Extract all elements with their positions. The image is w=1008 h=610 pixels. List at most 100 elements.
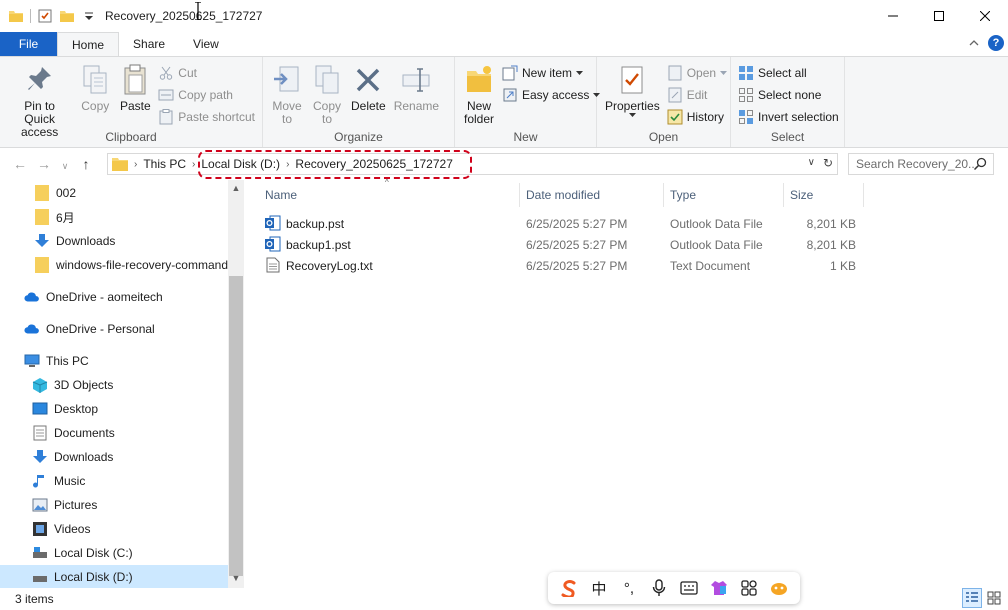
address-dropdown-icon[interactable]: ∨	[808, 157, 815, 168]
onedrive-icon	[24, 292, 39, 302]
downloads-icon	[33, 450, 47, 463]
nav-item-desktop[interactable]: Desktop	[0, 397, 228, 421]
file-date-modified: 6/25/2025 5:27 PM	[526, 238, 628, 252]
qat-divider	[30, 9, 31, 23]
maximize-button[interactable]	[916, 0, 962, 32]
column-header-name[interactable]: Name	[265, 183, 297, 207]
paste-shortcut-button[interactable]: Paste shortcut	[155, 107, 258, 127]
collapse-ribbon-icon[interactable]	[968, 37, 980, 49]
minimize-button[interactable]	[870, 0, 916, 32]
table-row[interactable]: backup.pst 6/25/2025 5:27 PM Outlook Dat…	[262, 213, 862, 234]
column-divider[interactable]	[783, 183, 784, 207]
history-button[interactable]: History	[664, 107, 730, 127]
forward-button[interactable]: →	[32, 156, 56, 172]
up-button[interactable]: ↑	[74, 156, 98, 172]
nav-item-onedrive-personal[interactable]: OneDrive - Personal	[0, 317, 228, 341]
nav-item-3d-objects[interactable]: 3D Objects	[0, 373, 228, 397]
scrollbar-thumb[interactable]	[229, 276, 243, 576]
close-button[interactable]	[962, 0, 1008, 32]
column-header-type[interactable]: Type	[670, 183, 696, 207]
table-row[interactable]: backup1.pst 6/25/2025 5:27 PM Outlook Da…	[262, 234, 862, 255]
open-button[interactable]: Open	[664, 63, 730, 83]
copy-icon	[83, 65, 107, 94]
breadcrumb-separator-icon[interactable]: ›	[192, 159, 195, 170]
tab-file[interactable]: File	[0, 32, 57, 56]
invert-selection-label: Invert selection	[758, 110, 839, 124]
open-group-label: Open	[648, 130, 679, 144]
nav-item-this-pc[interactable]: This PC	[0, 349, 228, 373]
chevron-down-icon: ∨	[61, 161, 69, 171]
move-to-icon	[274, 66, 299, 92]
select-all-label: Select all	[758, 66, 807, 80]
details-view-button[interactable]	[962, 588, 982, 608]
pin-icon	[27, 67, 51, 90]
copy-path-button[interactable]: Copy path	[155, 85, 258, 105]
file-date-modified: 6/25/2025 5:27 PM	[526, 259, 628, 273]
nav-item-pictures[interactable]: Pictures	[0, 493, 228, 517]
file-date-modified: 6/25/2025 5:27 PM	[526, 217, 628, 231]
file-name: backup1.pst	[286, 238, 351, 252]
desktop-icon	[32, 402, 48, 415]
nav-item-downloads[interactable]: Downloads	[0, 445, 228, 469]
nav-item-documents[interactable]: Documents	[0, 421, 228, 445]
nav-item-music[interactable]: Music	[0, 469, 228, 493]
help-icon[interactable]: ?	[988, 35, 1004, 51]
copy-path-icon	[158, 89, 174, 101]
table-row[interactable]: RecoveryLog.txt 6/25/2025 5:27 PM Text D…	[262, 255, 862, 276]
navigation-pane[interactable]: 002 6月 Downloads windows-file-recovery-c…	[0, 180, 244, 588]
nav-item-downloads-quick[interactable]: Downloads	[0, 229, 228, 253]
recent-locations-button[interactable]: ∨	[56, 156, 74, 172]
nav-item-windows-file-recovery-command[interactable]: windows-file-recovery-command	[0, 253, 228, 277]
tab-home[interactable]: Home	[57, 32, 120, 56]
column-header-size[interactable]: Size	[790, 183, 813, 207]
scroll-down-icon[interactable]: ▼	[228, 570, 244, 586]
new-item-button[interactable]: New item	[499, 63, 603, 83]
scissors-icon	[160, 66, 173, 80]
scroll-up-icon[interactable]: ▲	[228, 180, 244, 196]
column-header-date-modified[interactable]: Date modified	[526, 183, 600, 207]
large-icons-view-button[interactable]	[984, 588, 1004, 608]
file-type: Text Document	[670, 259, 751, 273]
select-none-button[interactable]: Select none	[735, 85, 842, 105]
select-all-button[interactable]: Select all	[735, 63, 842, 83]
select-none-label: Select none	[758, 88, 822, 102]
cut-button[interactable]: Cut	[155, 63, 258, 83]
easy-access-icon	[503, 88, 517, 102]
breadcrumb-this-pc[interactable]: This PC	[143, 157, 186, 171]
column-divider[interactable]	[663, 183, 664, 207]
properties-icon[interactable]	[37, 8, 53, 24]
breadcrumb-separator-icon[interactable]: ›	[134, 159, 137, 170]
chevron-down-icon	[720, 70, 728, 75]
nav-item-label: Documents	[54, 426, 115, 440]
nav-item-label: This PC	[46, 354, 89, 368]
downloads-icon	[35, 234, 49, 247]
edit-button[interactable]: Edit	[664, 85, 730, 105]
select-none-icon	[739, 88, 753, 102]
window-title: Recovery_20250625_172727	[105, 9, 263, 23]
drive-icon	[33, 576, 47, 582]
nav-scrollbar[interactable]: ▲ ▼	[228, 180, 244, 588]
refresh-icon[interactable]: ↻	[823, 156, 833, 170]
invert-selection-button[interactable]: Invert selection	[735, 107, 842, 127]
column-divider[interactable]	[519, 183, 520, 207]
nav-item-6-month[interactable]: 6月	[0, 205, 228, 229]
new-folder-icon	[467, 66, 491, 92]
nav-item-local-disk-c[interactable]: Local Disk (C:)	[0, 541, 228, 565]
new-folder-icon[interactable]	[59, 8, 75, 24]
customize-qat-dropdown-icon[interactable]	[81, 8, 97, 24]
nav-item-002[interactable]: 002	[0, 181, 228, 205]
minimize-icon	[888, 15, 898, 17]
nav-item-videos[interactable]: Videos	[0, 517, 228, 541]
easy-access-button[interactable]: Easy access	[499, 85, 603, 105]
3d-objects-icon	[32, 378, 48, 393]
nav-item-local-disk-d[interactable]: Local Disk (D:)	[0, 565, 228, 588]
search-input[interactable]: Search Recovery_20...	[848, 153, 994, 175]
chevron-down-icon	[576, 70, 584, 75]
nav-item-onedrive-aomeitech[interactable]: OneDrive - aomeitech	[0, 285, 228, 309]
copy-to-icon	[315, 65, 339, 94]
back-button[interactable]: ←	[8, 156, 32, 172]
tab-share[interactable]: Share	[119, 32, 179, 56]
column-divider[interactable]	[863, 183, 864, 207]
file-list[interactable]: ^ Name Date modified Type Size backup.ps…	[252, 178, 1008, 588]
tab-view[interactable]: View	[179, 32, 233, 56]
